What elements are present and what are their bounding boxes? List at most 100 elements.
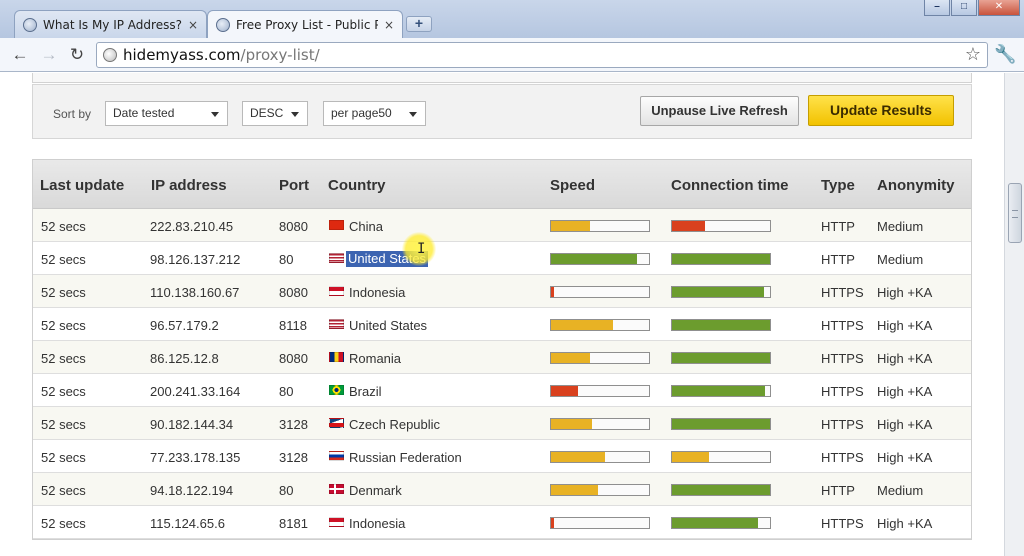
cell-country: Indonesia bbox=[349, 516, 406, 531]
cell-type: HTTP bbox=[821, 252, 855, 267]
connection-time-bar bbox=[671, 286, 771, 298]
cell-country: China bbox=[349, 219, 383, 234]
cell-type: HTTP bbox=[821, 219, 855, 234]
header-country[interactable]: Country bbox=[328, 177, 386, 194]
maximize-button[interactable]: □ bbox=[951, 0, 977, 16]
speed-bar bbox=[550, 352, 650, 364]
cell-anonymity: High +KA bbox=[877, 384, 933, 399]
country-flag-icon bbox=[329, 451, 344, 461]
speed-bar bbox=[550, 418, 650, 430]
globe-icon bbox=[23, 17, 37, 32]
country-flag-icon bbox=[329, 418, 344, 428]
tab-what-is-my-ip[interactable]: What Is My IP Address? Loc × bbox=[14, 10, 207, 38]
cell-last-update: 52 secs bbox=[41, 450, 86, 465]
dropdown-arrow-icon bbox=[291, 112, 299, 117]
speed-bar-fill bbox=[551, 518, 554, 528]
table-row[interactable]: 52 secs 90.182.144.34 3128 Czech Republic HT… bbox=[33, 407, 971, 440]
connection-time-bar bbox=[671, 319, 771, 331]
speed-bar-fill bbox=[551, 485, 599, 495]
cell-last-update: 52 secs bbox=[41, 252, 86, 267]
cell-country: Romania bbox=[349, 351, 402, 366]
cell-anonymity: Medium bbox=[877, 219, 924, 234]
table-row[interactable]: 52 secs 94.18.122.194 80 Denmark HTTP Medium bbox=[33, 473, 971, 506]
vertical-scrollbar[interactable] bbox=[1004, 73, 1024, 556]
connection-bar-fill bbox=[672, 452, 710, 462]
browser-title-bar: What Is My IP Address? Loc × Free Proxy … bbox=[0, 0, 1024, 39]
cell-anonymity: High +KA bbox=[877, 516, 933, 531]
cell-anonymity: High +KA bbox=[877, 318, 933, 333]
unpause-live-refresh-button[interactable]: Unpause Live Refresh bbox=[640, 96, 799, 126]
table-row[interactable]: 52 secs 115.124.65.6 8181 Indonesia HTTPS Hig… bbox=[33, 506, 971, 539]
close-tab-icon[interactable]: × bbox=[384, 18, 394, 32]
table-row[interactable]: 52 secs 222.83.210.45 8080 China HTTP Medium bbox=[33, 209, 971, 242]
dropdown-arrow-icon bbox=[409, 112, 417, 117]
speed-bar bbox=[550, 451, 650, 463]
per-page-select[interactable]: per page50 bbox=[323, 101, 426, 126]
back-arrow-icon[interactable]: ← bbox=[9, 44, 31, 66]
cell-last-update: 52 secs bbox=[41, 516, 86, 531]
table-row[interactable]: 52 secs 96.57.179.2 8118 United States HTTPS… bbox=[33, 308, 971, 341]
text-cursor-icon: I bbox=[417, 241, 426, 257]
cell-country: Brazil bbox=[349, 384, 382, 399]
cell-country: Russian Federation bbox=[349, 450, 462, 465]
connection-bar-fill bbox=[672, 419, 770, 429]
country-flag-icon bbox=[329, 220, 344, 230]
header-speed[interactable]: Speed bbox=[550, 177, 595, 194]
header-port[interactable]: Port bbox=[279, 177, 309, 194]
header-anonymity[interactable]: Anonymity bbox=[877, 177, 955, 194]
sort-order-select[interactable]: DESC bbox=[242, 101, 308, 126]
cell-last-update: 52 secs bbox=[41, 351, 86, 366]
top-panel bbox=[32, 73, 972, 83]
globe-icon bbox=[216, 18, 230, 32]
header-last-update[interactable]: Last update bbox=[40, 177, 124, 194]
table-row[interactable]: 52 secs 200.241.33.164 80 Brazil HTTPS High +… bbox=[33, 374, 971, 407]
table-row[interactable]: 52 secs 98.126.137.212 80 United States HTTP… bbox=[33, 242, 971, 275]
header-ip-address[interactable]: IP address bbox=[151, 177, 227, 194]
update-results-button[interactable]: Update Results bbox=[808, 95, 954, 126]
speed-bar bbox=[550, 253, 650, 265]
cell-port: 8080 bbox=[279, 285, 308, 300]
cell-ip-address: 222.83.210.45 bbox=[150, 219, 234, 234]
connection-bar-fill bbox=[672, 485, 770, 495]
country-flag-icon bbox=[329, 517, 344, 527]
sort-by-label: Sort by bbox=[53, 107, 92, 121]
connection-bar-fill bbox=[672, 353, 770, 363]
cell-port: 80 bbox=[279, 483, 294, 498]
cell-country: United States bbox=[349, 318, 428, 333]
forward-arrow-icon[interactable]: → bbox=[38, 44, 60, 66]
address-bar[interactable]: hidemyass.com/proxy-list/ ☆ bbox=[96, 42, 988, 68]
cell-ip-address: 94.18.122.194 bbox=[150, 483, 234, 498]
connection-time-bar bbox=[671, 385, 771, 397]
table-row[interactable]: 52 secs 86.125.12.8 8080 Romania HTTPS High +… bbox=[33, 341, 971, 374]
cell-port: 3128 bbox=[279, 417, 308, 432]
tab-free-proxy-list[interactable]: Free Proxy List - Public Prox × bbox=[207, 10, 403, 39]
cell-ip-address: 90.182.144.34 bbox=[150, 417, 234, 432]
cell-last-update: 52 secs bbox=[41, 384, 86, 399]
table-row[interactable]: 52 secs 110.138.160.67 8080 Indonesia HTTPS H… bbox=[33, 275, 971, 308]
minimize-button[interactable]: – bbox=[924, 0, 950, 16]
cell-type: HTTPS bbox=[821, 384, 864, 399]
connection-time-bar bbox=[671, 253, 771, 265]
close-window-button[interactable]: ✕ bbox=[978, 0, 1020, 16]
country-flag-icon bbox=[329, 484, 344, 494]
speed-bar bbox=[550, 220, 650, 232]
cell-port: 8181 bbox=[279, 516, 308, 531]
speed-bar-fill bbox=[551, 320, 613, 330]
header-type[interactable]: Type bbox=[821, 177, 855, 194]
speed-bar bbox=[550, 517, 650, 529]
connection-time-bar bbox=[671, 418, 771, 430]
tab-title: Free Proxy List - Public Prox bbox=[236, 18, 378, 32]
sort-field-select[interactable]: Date tested bbox=[105, 101, 228, 126]
connection-bar-fill bbox=[672, 320, 770, 330]
table-row[interactable]: 52 secs 77.233.178.135 3128 Russian Federat… bbox=[33, 440, 971, 473]
connection-bar-fill bbox=[672, 287, 765, 297]
cell-port: 8080 bbox=[279, 219, 308, 234]
new-tab-button[interactable]: + bbox=[406, 16, 432, 32]
header-connection-time[interactable]: Connection time bbox=[671, 177, 789, 194]
close-tab-icon[interactable]: × bbox=[188, 18, 198, 32]
wrench-icon[interactable]: 🔧 bbox=[994, 44, 1016, 65]
scrollbar-thumb[interactable] bbox=[1008, 183, 1022, 243]
reload-icon[interactable]: ↻ bbox=[66, 44, 88, 66]
cell-anonymity: Medium bbox=[877, 252, 924, 267]
bookmark-star-icon[interactable]: ☆ bbox=[965, 44, 981, 65]
